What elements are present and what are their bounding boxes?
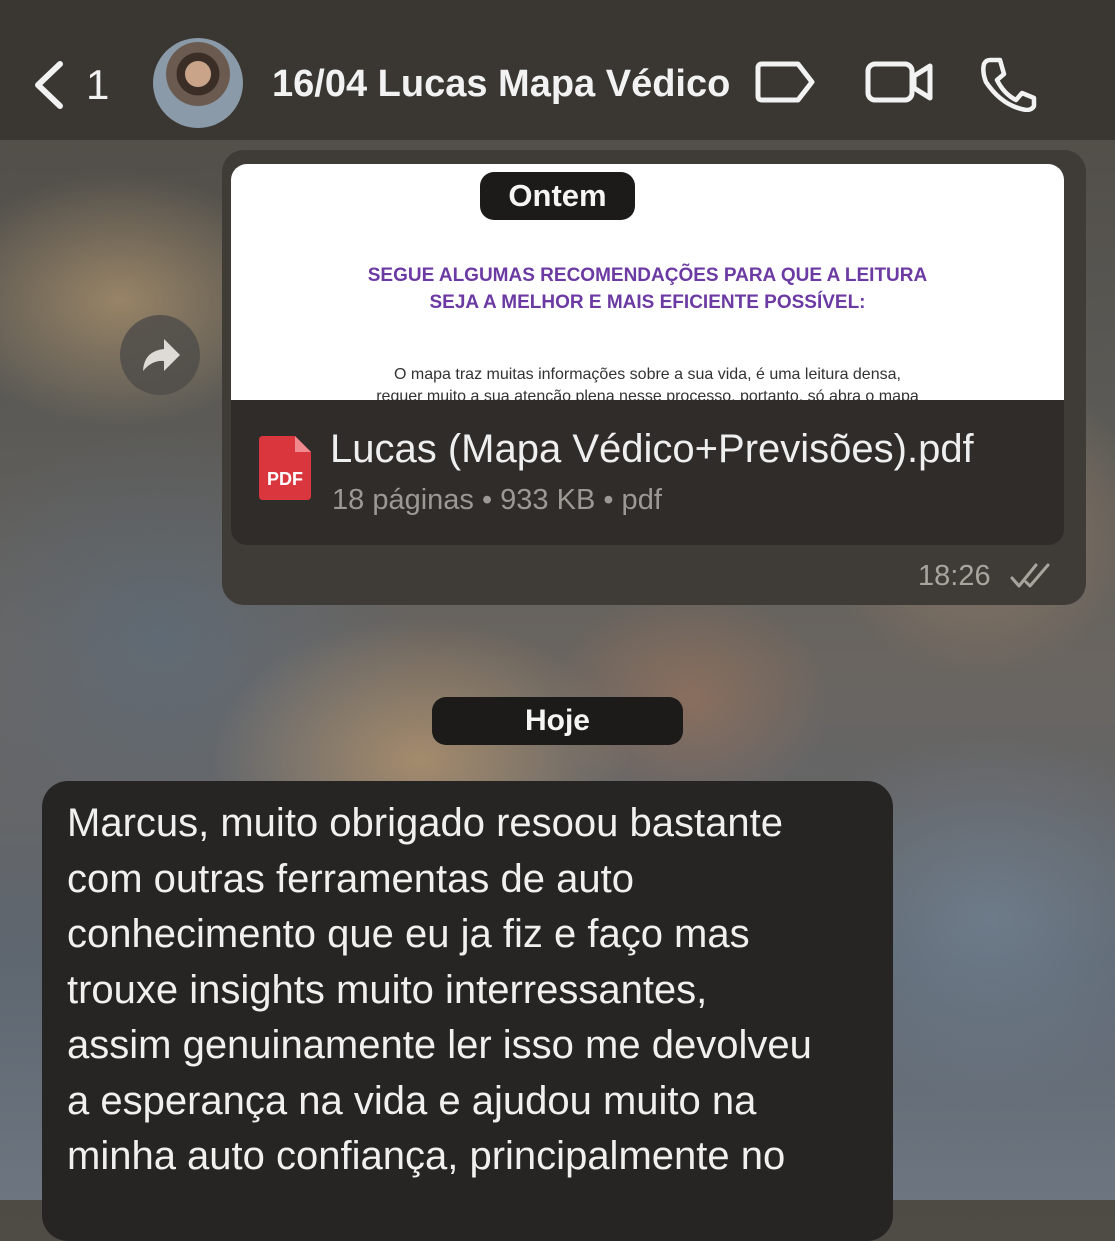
forward-arrow-icon: [143, 339, 180, 371]
unread-count[interactable]: 1: [86, 58, 109, 112]
pdf-badge-text: PDF: [267, 469, 303, 489]
read-receipt-double-check-icon: [1010, 563, 1050, 588]
message-time: 18:26: [918, 560, 991, 592]
date-separator-today: Hoje: [432, 697, 683, 745]
avatar[interactable]: [153, 38, 243, 128]
phone-call-icon[interactable]: [978, 56, 1038, 112]
document-meta: 18 páginas • 933 KB • pdf: [332, 484, 662, 516]
preview-heading-line: SEJA A MELHOR E MAIS EFICIENTE POSSÍVEL:: [429, 292, 866, 313]
chat-title[interactable]: 16/04 Lucas Mapa Védico: [272, 60, 730, 108]
document-preview[interactable]: SEGUE ALGUMAS RECOMENDAÇÕES PARA QUE A L…: [231, 164, 1064, 400]
forward-button[interactable]: [120, 315, 200, 395]
pdf-file-icon: PDF: [259, 436, 311, 500]
date-separator-yesterday: Ontem: [480, 172, 635, 220]
preview-body-line: requer muito a sua atenção plena nesse p…: [376, 388, 919, 400]
video-call-icon[interactable]: [864, 56, 934, 108]
label-tag-icon[interactable]: [754, 56, 818, 108]
document-filename[interactable]: Lucas (Mapa Védico+Previsões).pdf: [330, 424, 974, 474]
incoming-message-text: Marcus, muito obrigado resoou bastante c…: [67, 801, 812, 1178]
preview-heading-line: SEGUE ALGUMAS RECOMENDAÇÕES PARA QUE A L…: [367, 265, 928, 286]
chat-header: 1 16/04 Lucas Mapa Védico: [0, 0, 1115, 140]
preview-heading: SEGUE ALGUMAS RECOMENDAÇÕES PARA QUE A L…: [231, 262, 1064, 316]
back-chevron-icon[interactable]: [30, 58, 70, 112]
preview-body-line: O mapa traz muitas informações sobre a s…: [394, 366, 901, 383]
